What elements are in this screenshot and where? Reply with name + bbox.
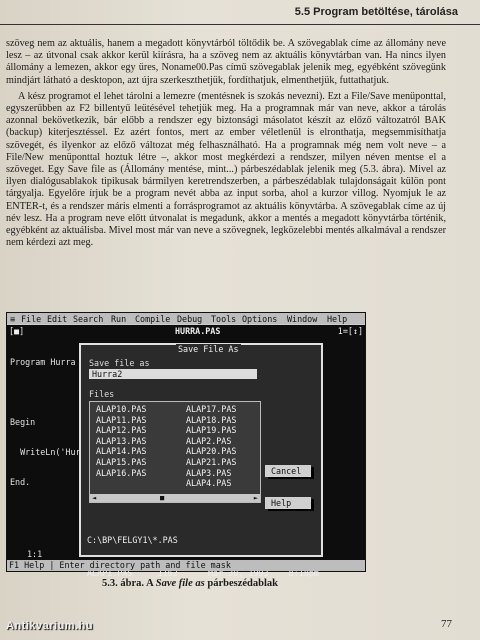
- save-as-label: Save file as: [89, 358, 150, 368]
- menu-debug[interactable]: Debug: [177, 314, 202, 324]
- code-line: End.: [10, 477, 31, 487]
- body-text: szöveg nem az aktuális, hanem a megadott…: [6, 38, 446, 253]
- page-number: 77: [441, 618, 452, 630]
- code-line: Begin: [10, 417, 36, 427]
- filename-input[interactable]: Hurra2: [89, 369, 257, 379]
- scroll-thumb-icon[interactable]: ■: [160, 494, 164, 502]
- editor-filename: HURRA.PAS: [175, 326, 221, 336]
- section-title: 5.5 Program betöltése, tárolása: [294, 6, 458, 18]
- list-item[interactable]: ALAP12.PAS: [96, 425, 146, 436]
- book-page: 5.5 Program betöltése, tárolása szöveg n…: [0, 0, 480, 640]
- list-item[interactable]: ALAP3.PAS: [186, 468, 236, 479]
- caption-rest: párbeszédablak: [207, 578, 278, 589]
- code-line: WriteLn('Hur: [10, 447, 81, 457]
- path-line: C:\BP\FELGY1\*.PAS: [87, 535, 178, 545]
- menu-compile[interactable]: Compile: [135, 314, 170, 324]
- menu-tools[interactable]: Tools: [211, 314, 236, 324]
- list-item[interactable]: ALAP11.PAS: [96, 415, 146, 426]
- running-header: 5.5 Program betöltése, tárolása: [0, 0, 480, 25]
- list-item[interactable]: ALAP10.PAS: [96, 404, 146, 415]
- ide-screenshot: ≡ File Edit Search Run Compile Debug Too…: [6, 312, 366, 578]
- menu-run[interactable]: Run: [111, 314, 126, 324]
- watermark-logo: Antikvarium.hu: [6, 620, 94, 632]
- code-area[interactable]: Program Hurra ; Begin WriteLn('Hur End.: [10, 337, 86, 507]
- menu-bar: ≡ File Edit Search Run Compile Debug Too…: [7, 313, 365, 324]
- files-column-2: ALAP17.PAS ALAP18.PAS ALAP19.PAS ALAP2.P…: [186, 404, 236, 489]
- list-item[interactable]: ALAP2.PAS: [186, 436, 236, 447]
- menu-help[interactable]: Help: [327, 314, 347, 324]
- list-item[interactable]: ALAP20.PAS: [186, 446, 236, 457]
- system-menu[interactable]: ≡: [10, 314, 15, 324]
- menu-search[interactable]: Search: [73, 314, 103, 324]
- list-item[interactable]: ALAP19.PAS: [186, 425, 236, 436]
- scroll-right-icon[interactable]: ►: [254, 494, 258, 502]
- window-controls[interactable]: 1=[↕]: [338, 326, 363, 336]
- editor-title-bar: [■] HURRA.PAS 1=[↕]: [7, 324, 365, 336]
- caption-number: 5.3. ábra. A: [102, 578, 154, 589]
- dialog-title: Save File As: [176, 344, 241, 354]
- paragraph-2: A kész programot el lehet tárolni a leme…: [6, 90, 446, 249]
- figure-caption: 5.3. ábra. A Save file as párbeszédablak: [0, 578, 380, 589]
- close-box-icon[interactable]: [■]: [9, 326, 24, 336]
- code-line: Program Hurra ;: [10, 357, 86, 367]
- list-item[interactable]: ALAP17.PAS: [186, 404, 236, 415]
- list-item[interactable]: ALAP16.PAS: [96, 468, 146, 479]
- list-item[interactable]: ALAP4.PAS: [186, 478, 236, 489]
- list-item[interactable]: ALAP14.PAS: [96, 446, 146, 457]
- files-label: Files: [89, 389, 115, 399]
- files-list[interactable]: ALAP10.PAS ALAP11.PAS ALAP12.PAS ALAP13.…: [89, 401, 261, 503]
- menu-options[interactable]: Options: [242, 314, 277, 324]
- cursor-position: 1:1: [27, 549, 43, 559]
- help-button[interactable]: Help: [265, 497, 311, 509]
- scroll-left-icon[interactable]: ◄: [92, 494, 96, 502]
- caption-title: Save file as: [155, 578, 205, 589]
- menu-edit[interactable]: Edit: [47, 314, 67, 324]
- list-item[interactable]: ALAP15.PAS: [96, 457, 146, 468]
- menu-window[interactable]: Window: [287, 314, 317, 324]
- files-column-1: ALAP10.PAS ALAP11.PAS ALAP12.PAS ALAP13.…: [96, 404, 146, 478]
- list-item[interactable]: ALAP18.PAS: [186, 415, 236, 426]
- save-file-as-dialog: Save File As Save file as Hurra2 Files A…: [79, 343, 323, 578]
- list-item[interactable]: ALAP21.PAS: [186, 457, 236, 468]
- horizontal-scrollbar[interactable]: ◄ ■ ►: [90, 494, 260, 502]
- status-bar: F1 Help | Enter directory path and file …: [7, 560, 365, 571]
- paragraph-1: szöveg nem az aktuális, hanem a megadott…: [6, 38, 446, 86]
- menu-file[interactable]: File: [21, 314, 41, 324]
- cancel-button[interactable]: Cancel: [265, 465, 311, 477]
- list-item[interactable]: ALAP13.PAS: [96, 436, 146, 447]
